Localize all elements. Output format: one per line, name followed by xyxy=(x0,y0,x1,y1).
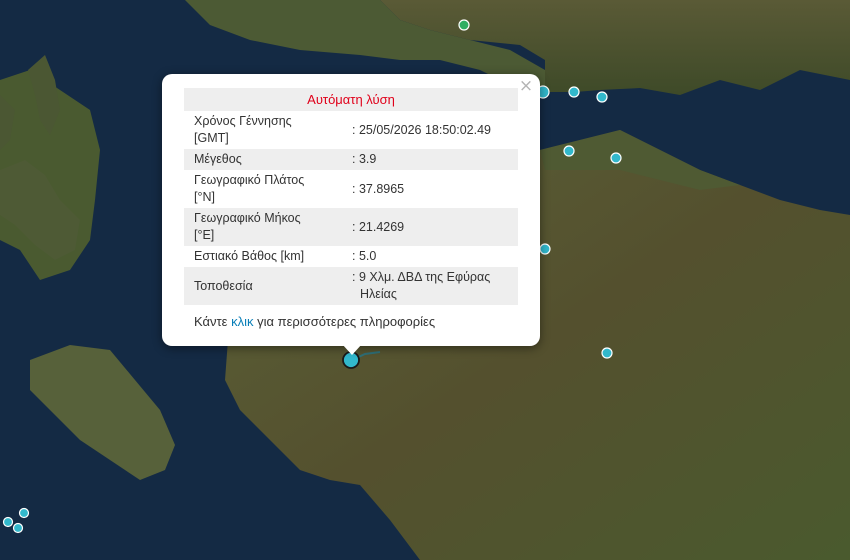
row-label: Εστιακό Βάθος [km] xyxy=(194,249,305,263)
row-label-unit: [°N] xyxy=(194,190,215,204)
earthquake-marker[interactable] xyxy=(563,145,575,157)
table-row: Χρόνος Γέννησης [GMT] : 25/05/2026 18:50… xyxy=(184,111,518,149)
origin-time-value: : 25/05/2026 18:50:02.49 xyxy=(352,122,492,137)
row-label-unit: [GMT] xyxy=(194,131,229,145)
longitude-value: : 21.4269 xyxy=(342,208,518,246)
row-label: Τοποθεσία xyxy=(184,267,342,305)
earthquake-marker[interactable] xyxy=(2,516,14,528)
location-value-cont: Ηλείας xyxy=(360,287,397,301)
table-row: Γεωγραφικό Πλάτος [°N] : 37.8965 xyxy=(184,170,518,208)
earthquake-marker[interactable] xyxy=(596,91,608,103)
earthquake-marker[interactable] xyxy=(568,86,580,98)
table-row: Μέγεθος : 3.9 xyxy=(184,149,518,170)
popup-pointer xyxy=(342,344,362,355)
popup-title-row: Αυτόματη λύση xyxy=(184,88,518,111)
popup-title: Αυτόματη λύση xyxy=(184,88,518,111)
table-row: Γεωγραφικό Μήκος [°E] : 21.4269 xyxy=(184,208,518,246)
more-info-prefix: Κάντε xyxy=(194,314,228,329)
row-label: Γεωγραφικό Μήκος xyxy=(194,211,301,225)
table-row: Τοποθεσία : 9 Χλμ. ΔΒΔ της Εφύρας Ηλείας xyxy=(184,267,518,305)
latitude-value: : 37.8965 xyxy=(352,181,405,196)
earthquake-marker[interactable] xyxy=(458,19,470,31)
row-label: Γεωγραφικό Πλάτος xyxy=(194,173,305,187)
close-icon[interactable]: × xyxy=(518,78,534,95)
magnitude-value: : 3.9 xyxy=(342,149,518,170)
row-label: Χρόνος Γέννησης xyxy=(194,114,292,128)
row-label-unit: [°E] xyxy=(194,228,215,242)
more-info-text: Κάντε κλικ για περισσότερες πληροφορίες xyxy=(194,314,435,329)
earthquake-marker[interactable] xyxy=(601,347,613,359)
table-row: Εστιακό Βάθος [km] : 5.0 xyxy=(184,246,518,267)
earthquake-info-table: Αυτόματη λύση Χρόνος Γέννησης [GMT] : 25… xyxy=(184,88,518,305)
depth-value: : 5.0 xyxy=(352,249,377,263)
earthquake-marker[interactable] xyxy=(12,522,24,534)
earthquake-marker[interactable] xyxy=(610,152,622,164)
more-info-link[interactable]: κλικ xyxy=(231,314,253,329)
location-value: : 9 Χλμ. ΔΒΔ της Εφύρας xyxy=(352,270,491,284)
earthquake-popup: × Αυτόματη λύση Χρόνος Γέννησης [GMT] : … xyxy=(162,74,540,346)
more-info-suffix: για περισσότερες πληροφορίες xyxy=(257,314,436,329)
earthquake-marker[interactable] xyxy=(539,243,551,255)
earthquake-marker[interactable] xyxy=(18,507,30,519)
row-label: Μέγεθος xyxy=(184,149,342,170)
